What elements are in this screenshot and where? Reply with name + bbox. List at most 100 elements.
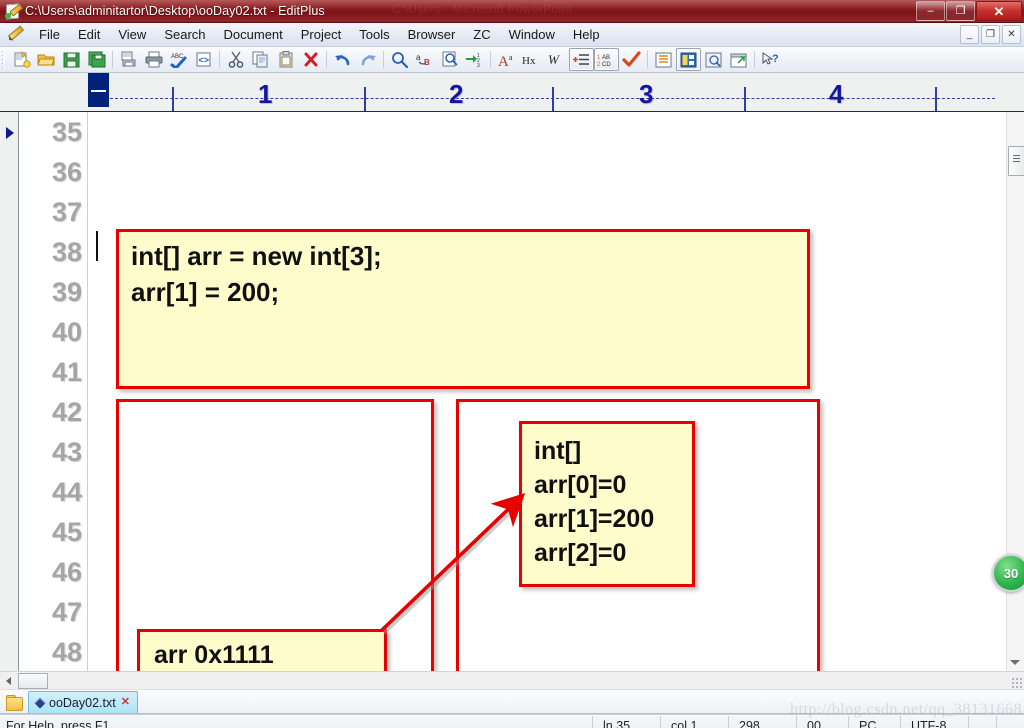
- horizontal-scrollbar-thumb[interactable]: [18, 672, 48, 689]
- close-button[interactable]: ✕: [976, 1, 1022, 21]
- line-number-gutter: 35 36 37 38 39 40 41 42 43 44 45 46 47 4…: [19, 112, 87, 671]
- doc-minimize-button[interactable]: _: [960, 25, 979, 44]
- save-all-icon[interactable]: [84, 48, 109, 71]
- current-line-arrow-icon: [6, 127, 14, 139]
- document-window-controls: _ ❐ ✕: [960, 25, 1021, 44]
- menu-item-browser[interactable]: Browser: [399, 25, 465, 45]
- floating-badge[interactable]: 30: [992, 554, 1024, 592]
- ruler-tick: [364, 87, 366, 111]
- menu-item-view[interactable]: View: [109, 25, 155, 45]
- svg-text:?: ?: [772, 53, 779, 65]
- document-list-icon[interactable]: [651, 48, 676, 71]
- resize-grip-icon[interactable]: [1011, 677, 1022, 688]
- check-icon[interactable]: [619, 48, 644, 71]
- scroll-left-arrow-icon[interactable]: [0, 673, 16, 688]
- line-number: 39: [51, 277, 82, 307]
- vertical-scrollbar-thumb[interactable]: [1008, 146, 1024, 176]
- save-icon[interactable]: [59, 48, 84, 71]
- spell-check-icon[interactable]: ABC: [166, 48, 191, 71]
- editplus-window: C:\Users\adminitartor\Desktop\ooDay02.tx…: [0, 0, 1024, 728]
- view-source-icon[interactable]: <>: [191, 48, 216, 71]
- line-number: 35: [51, 117, 82, 147]
- restore-button[interactable]: ❐: [946, 1, 975, 21]
- goto-line-icon[interactable]: 123: [462, 48, 487, 71]
- line-number: 41: [51, 357, 82, 387]
- ruler-number-3: 3: [639, 79, 654, 109]
- column-mode-icon[interactable]: 1 AB 2 CD: [594, 48, 619, 71]
- redo-icon[interactable]: [355, 48, 380, 71]
- context-help-icon[interactable]: ?: [758, 48, 783, 71]
- array-object-box: int[] arr[0]=0 arr[1]=200 arr[2]=0: [519, 421, 695, 587]
- menu-item-tools[interactable]: Tools: [350, 25, 398, 45]
- font-icon[interactable]: Aa: [494, 48, 519, 71]
- status-offset: 298: [728, 716, 796, 728]
- word-wrap-icon[interactable]: W: [544, 48, 569, 71]
- toolbar-separator: [383, 51, 384, 68]
- ruler-number-4: 4: [829, 79, 844, 109]
- title-bar: C:\Users\adminitartor\Desktop\ooDay02.tx…: [0, 0, 1024, 23]
- bookmark-column[interactable]: [0, 112, 19, 671]
- line-number: 36: [51, 157, 82, 187]
- ruler-number-2: 2: [449, 79, 464, 109]
- directory-pane-icon[interactable]: [676, 48, 701, 71]
- toolbar-separator: [326, 51, 327, 68]
- horizontal-scrollbar[interactable]: [0, 671, 1024, 689]
- browser-preview-icon[interactable]: [701, 48, 726, 71]
- copy-icon[interactable]: [248, 48, 273, 71]
- undo-icon[interactable]: [330, 48, 355, 71]
- svg-text:CD: CD: [602, 62, 611, 67]
- toolbar-separator: [490, 51, 491, 68]
- ruler-caret-marker: [88, 73, 109, 107]
- find-in-files-icon[interactable]: [437, 48, 462, 71]
- svg-text:<>: <>: [198, 55, 209, 65]
- ruler-tick: [744, 87, 746, 111]
- menu-bar: File Edit View Search Document Project T…: [0, 23, 1024, 47]
- line-number: 40: [51, 317, 82, 347]
- delete-icon[interactable]: [298, 48, 323, 71]
- menu-item-file[interactable]: File: [30, 25, 69, 45]
- menu-item-search[interactable]: Search: [155, 25, 214, 45]
- line-number: 48: [51, 637, 82, 667]
- folder-icon[interactable]: [6, 695, 24, 711]
- window-controls: – ❐ ✕: [916, 1, 1022, 21]
- reference-variable-text: arr 0x1111: [154, 641, 274, 669]
- minimize-button[interactable]: –: [916, 1, 945, 21]
- new-file-icon[interactable]: [9, 48, 34, 71]
- print-preview-icon[interactable]: [116, 48, 141, 71]
- scroll-down-arrow-icon[interactable]: [1010, 660, 1020, 665]
- toolbar-grip[interactable]: [2, 50, 6, 69]
- print-icon[interactable]: [141, 48, 166, 71]
- toolbar-separator: [219, 51, 220, 68]
- svg-text:A: A: [498, 54, 509, 68]
- modified-diamond-icon: [34, 696, 46, 709]
- menu-item-project[interactable]: Project: [292, 25, 350, 45]
- tab-close-icon[interactable]: ✕: [121, 697, 130, 708]
- find-icon[interactable]: [387, 48, 412, 71]
- replace-icon[interactable]: aB: [412, 48, 437, 71]
- menu-item-window[interactable]: Window: [500, 25, 564, 45]
- menu-item-edit[interactable]: Edit: [69, 25, 109, 45]
- cut-icon[interactable]: [223, 48, 248, 71]
- paste-icon[interactable]: [273, 48, 298, 71]
- line-numbers-icon[interactable]: [569, 48, 594, 71]
- menu-item-zc[interactable]: ZC: [464, 25, 499, 45]
- open-file-icon[interactable]: [34, 48, 59, 71]
- open-browser-icon[interactable]: [726, 48, 751, 71]
- menu-item-document[interactable]: Document: [215, 25, 292, 45]
- tab-ooday02[interactable]: ooDay02.txt ✕: [28, 691, 138, 713]
- line-number: 43: [51, 437, 82, 467]
- svg-text:a: a: [416, 53, 421, 62]
- status-line: ln 35: [592, 716, 660, 728]
- line-number: 37: [51, 197, 82, 227]
- doc-close-button[interactable]: ✕: [1002, 25, 1021, 44]
- editor-area[interactable]: 35 36 37 38 39 40 41 42 43 44 45 46 47 4…: [0, 112, 1024, 671]
- vertical-scrollbar[interactable]: 30: [992, 112, 1024, 671]
- toolbar: ABC <> aB 1 2 3 A a Hx W 1 AB 2 CD ?: [0, 47, 1024, 73]
- status-column: col 1: [660, 716, 728, 728]
- toolbar-separator: [647, 51, 648, 68]
- menu-item-help[interactable]: Help: [564, 25, 609, 45]
- hex-view-icon[interactable]: Hx: [519, 48, 544, 71]
- svg-text:Hx: Hx: [522, 55, 536, 67]
- doc-restore-button[interactable]: ❐: [981, 25, 1000, 44]
- title-ghost-text: C:\Users - Microsoft PowerPoint: [392, 2, 573, 16]
